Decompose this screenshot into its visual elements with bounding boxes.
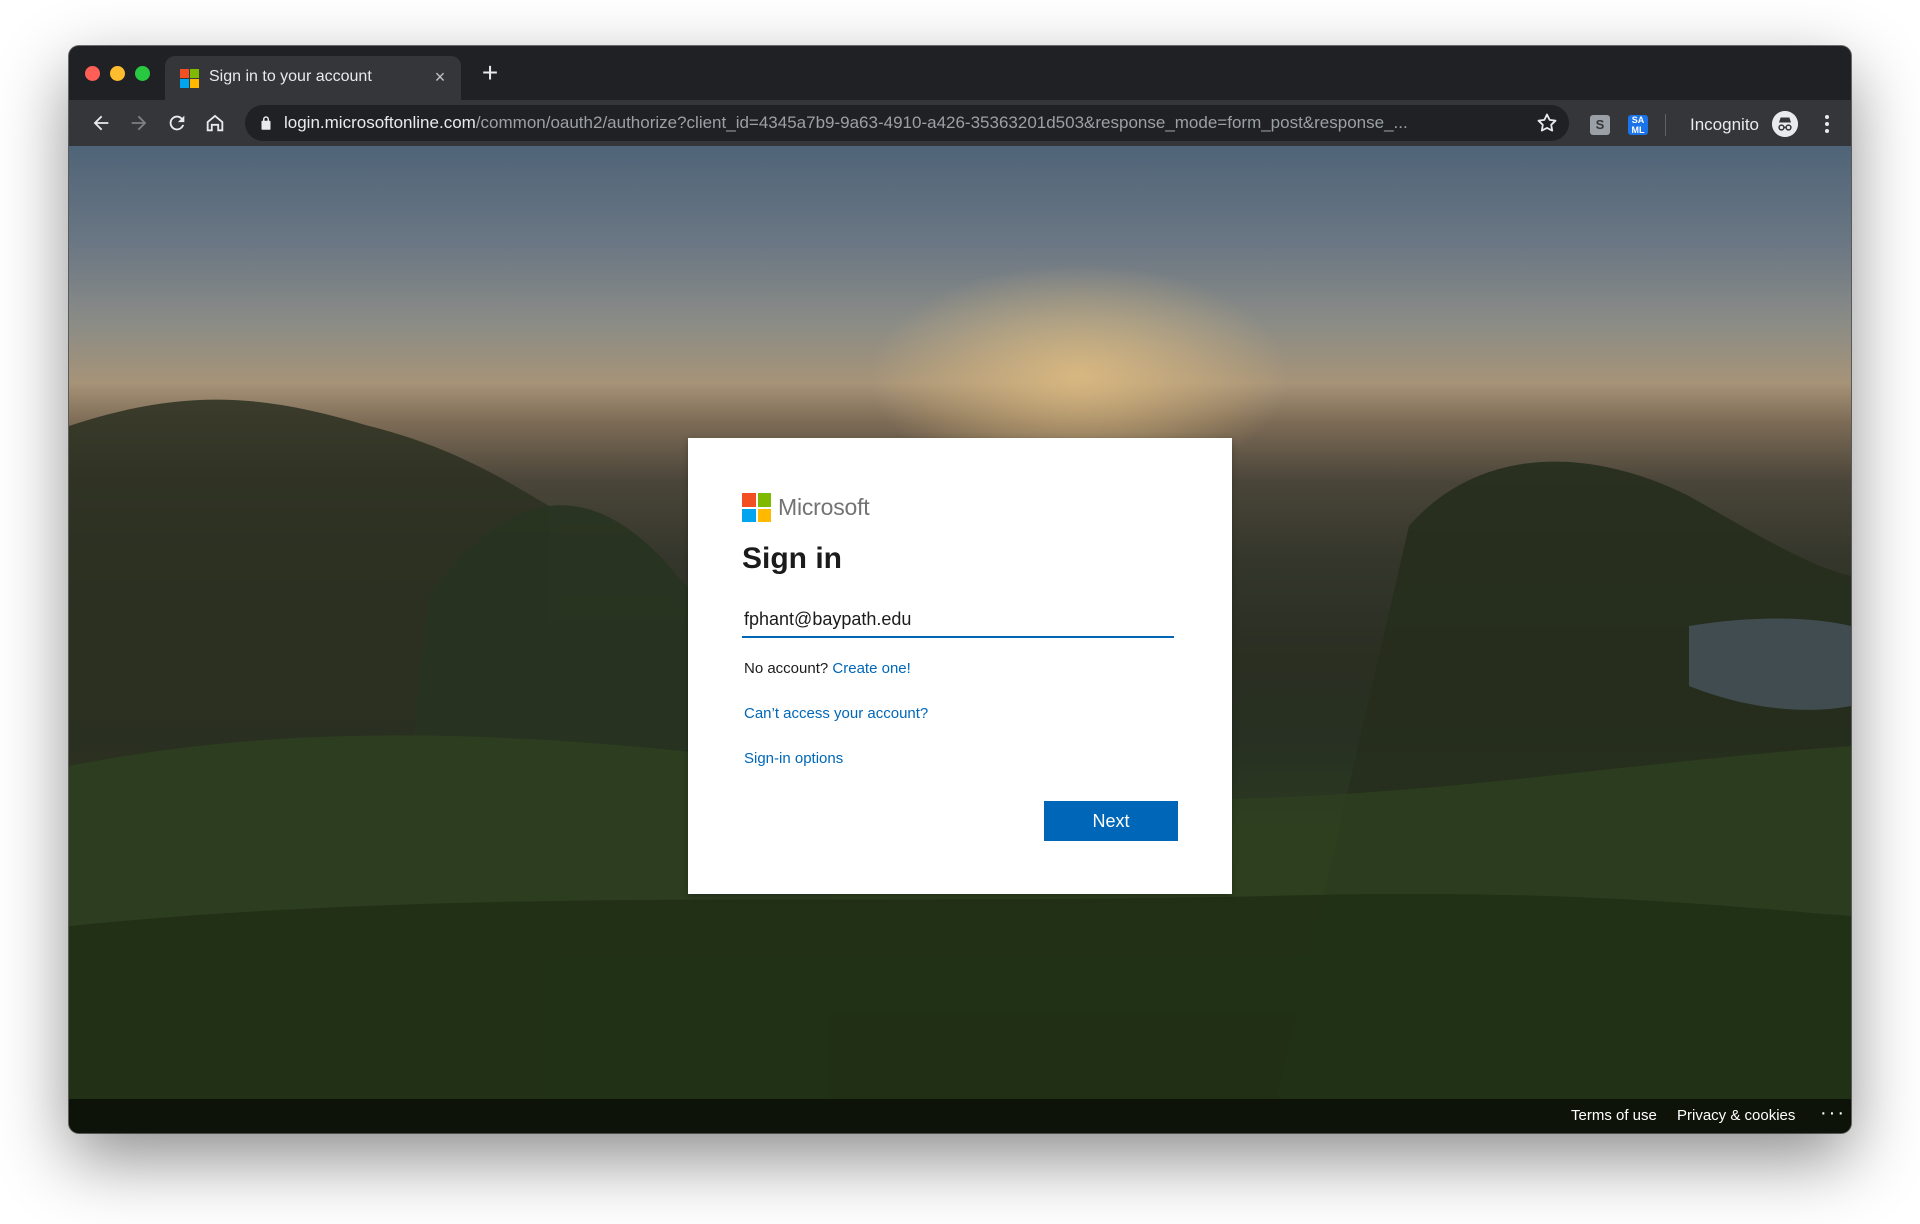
incognito-icon[interactable]: [1772, 111, 1798, 137]
browser-window: Sign in to your account × + login.micros…: [69, 46, 1851, 1133]
close-window-button[interactable]: [85, 66, 100, 81]
minimize-window-button[interactable]: [110, 66, 125, 81]
tab-strip: Sign in to your account × +: [69, 46, 1851, 100]
arrow-right-icon: [131, 115, 147, 131]
privacy-cookies-link[interactable]: Privacy & cookies: [1677, 1107, 1795, 1124]
address-bar[interactable]: login.microsoftonline.com/common/oauth2/…: [245, 105, 1569, 141]
browser-toolbar: login.microsoftonline.com/common/oauth2/…: [69, 100, 1851, 146]
reload-icon: [169, 115, 185, 131]
create-account-link[interactable]: Create one!: [832, 660, 910, 677]
no-account-text: No account?: [744, 660, 829, 677]
more-options-icon[interactable]: ···: [1820, 1102, 1846, 1125]
no-account-row: No account? Create one!: [744, 660, 911, 677]
new-tab-button[interactable]: +: [477, 59, 503, 87]
extension-saml-icon[interactable]: SA ML: [1628, 115, 1648, 135]
signin-title: Sign in: [742, 542, 842, 575]
lock-icon[interactable]: [257, 114, 275, 132]
close-tab-icon[interactable]: ×: [429, 66, 451, 88]
url-path: /common/oauth2/authorize?client_id=4345a…: [475, 113, 1408, 132]
url-host: login.microsoftonline.com: [284, 113, 476, 132]
extension-s-icon[interactable]: S: [1590, 115, 1610, 135]
url-text[interactable]: login.microsoftonline.com/common/oauth2/…: [284, 113, 1524, 133]
tab-title: Sign in to your account: [209, 68, 372, 85]
home-button[interactable]: [199, 107, 231, 139]
home-icon: [206, 114, 224, 132]
back-button[interactable]: [85, 107, 117, 139]
cant-access-account-link[interactable]: Can’t access your account?: [744, 705, 928, 722]
forward-button[interactable]: [123, 107, 155, 139]
browser-tab[interactable]: Sign in to your account ×: [165, 56, 461, 100]
next-button[interactable]: Next: [1044, 801, 1178, 841]
microsoft-logo-icon: [180, 69, 199, 88]
terms-of-use-link[interactable]: Terms of use: [1571, 1107, 1657, 1124]
microsoft-wordmark: Microsoft: [778, 494, 870, 520]
microsoft-logo-icon: [742, 493, 771, 522]
page-footer: Terms of use Privacy & cookies ···: [69, 1099, 1851, 1133]
page-viewport: Microsoft Sign in No account? Create one…: [69, 146, 1851, 1133]
arrow-left-icon: [93, 115, 109, 131]
signin-card: Microsoft Sign in No account? Create one…: [688, 438, 1232, 894]
kebab-menu-icon[interactable]: [1817, 112, 1837, 136]
incognito-label[interactable]: Incognito: [1690, 115, 1759, 135]
reload-button[interactable]: [161, 107, 193, 139]
email-input[interactable]: [742, 602, 1174, 638]
toolbar-divider: [1665, 114, 1666, 136]
maximize-window-button[interactable]: [135, 66, 150, 81]
signin-options-link[interactable]: Sign-in options: [744, 750, 843, 767]
bookmark-star-icon[interactable]: [1535, 111, 1559, 135]
